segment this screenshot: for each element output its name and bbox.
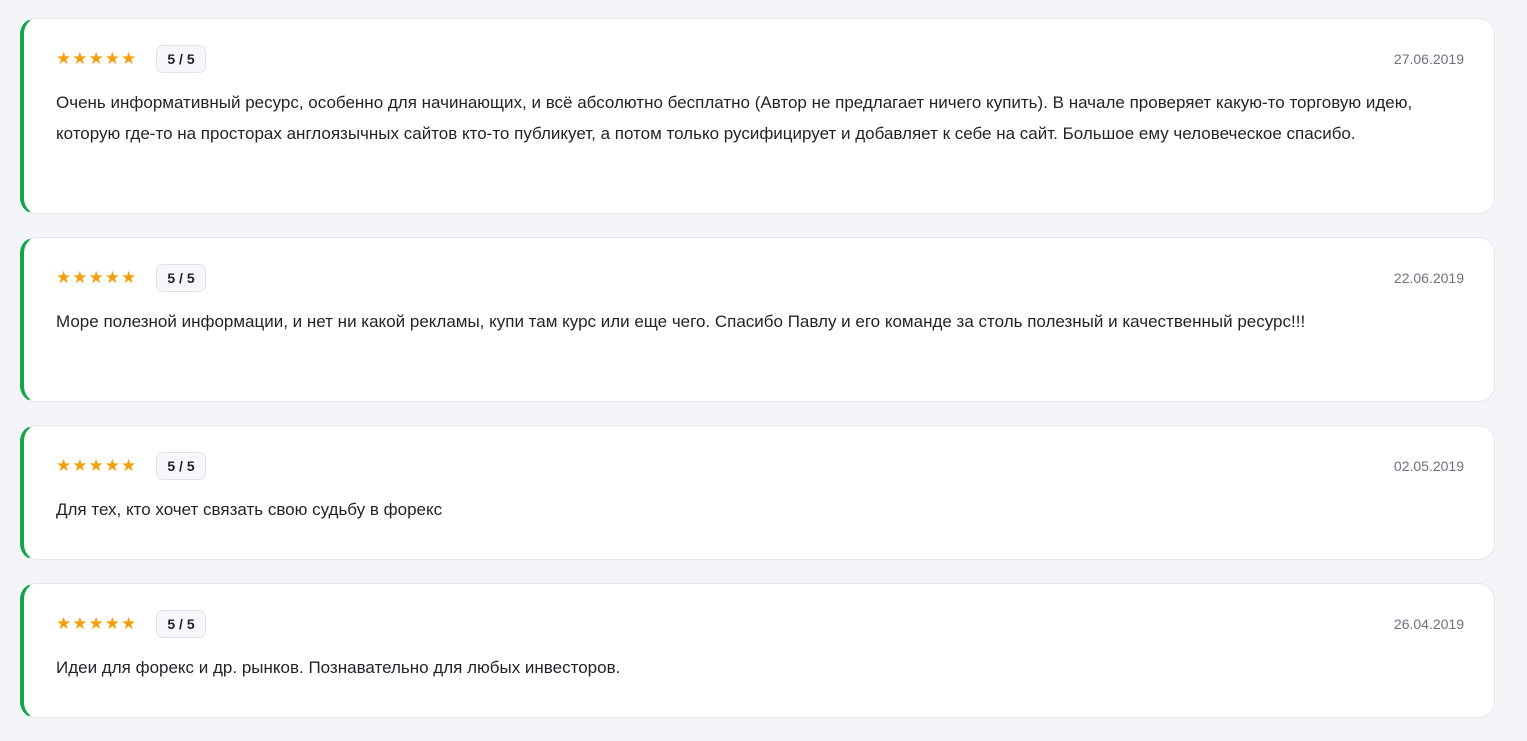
review-text: Для тех, кто хочет связать свою судьбу в… — [56, 500, 443, 519]
score-badge: 5 / 5 — [156, 610, 206, 638]
review-header: ★★★★★ 5 / 5 22.06.2019 — [56, 264, 1464, 292]
review-date: 02.05.2019 — [1393, 458, 1464, 474]
review-card: ★★★★★ 5 / 5 02.05.2019 Для тех, кто хоче… — [20, 425, 1495, 560]
star-rating-icon: ★★★★★ — [56, 268, 138, 287]
review-card: ★★★★★ 5 / 5 27.06.2019 Очень информативн… — [20, 18, 1495, 214]
review-text: Очень информативный ресурс, особенно для… — [56, 93, 1413, 143]
review-card: ★★★★★ 5 / 5 22.06.2019 Море полезной инф… — [20, 237, 1495, 402]
reviews-list: ★★★★★ 5 / 5 27.06.2019 Очень информативн… — [20, 18, 1495, 741]
review-date: 22.06.2019 — [1393, 270, 1464, 286]
review-header: ★★★★★ 5 / 5 26.04.2019 — [56, 610, 1464, 638]
star-rating-icon: ★★★★★ — [56, 456, 138, 475]
review-header: ★★★★★ 5 / 5 02.05.2019 — [56, 452, 1464, 480]
score-badge: 5 / 5 — [156, 452, 206, 480]
review-text: Идеи для форекс и др. рынков. Познавател… — [56, 658, 621, 677]
review-card: ★★★★★ 5 / 5 26.04.2019 Идеи для форекс и… — [20, 583, 1495, 718]
score-badge: 5 / 5 — [156, 264, 206, 292]
star-rating-icon: ★★★★★ — [56, 49, 138, 68]
review-date: 27.06.2019 — [1393, 51, 1464, 67]
review-text: Море полезной информации, и нет ни какой… — [56, 312, 1306, 331]
review-header: ★★★★★ 5 / 5 27.06.2019 — [56, 45, 1464, 73]
star-rating-icon: ★★★★★ — [56, 614, 138, 633]
review-date: 26.04.2019 — [1393, 616, 1464, 632]
score-badge: 5 / 5 — [156, 45, 206, 73]
